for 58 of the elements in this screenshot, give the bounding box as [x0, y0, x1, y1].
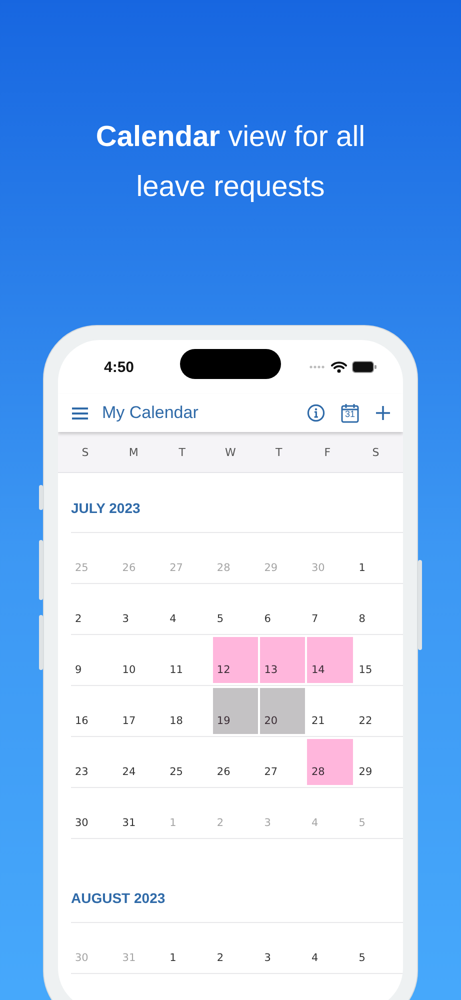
leave-day[interactable]: 14: [307, 637, 353, 683]
battery-icon: [352, 361, 377, 373]
add-icon: [375, 405, 391, 421]
calendar-day[interactable]: 6: [260, 586, 306, 632]
calendar-day[interactable]: 2: [71, 586, 116, 632]
calendar-day[interactable]: 5: [354, 925, 400, 971]
calendar-day[interactable]: 27: [260, 739, 306, 785]
info-icon: [307, 404, 325, 422]
calendar-day[interactable]: 8: [354, 586, 400, 632]
calendar-day[interactable]: 25: [166, 739, 211, 785]
menu-icon: [72, 406, 88, 420]
weekday-label: S: [371, 446, 380, 458]
calendar-day[interactable]: 1: [354, 535, 400, 581]
calendar-day[interactable]: 29: [354, 739, 400, 785]
calendar-day[interactable]: 23: [71, 739, 116, 785]
info-button[interactable]: [307, 404, 325, 422]
month-heading: JULY 2023: [71, 499, 142, 518]
leave-day[interactable]: 13: [260, 637, 306, 683]
calendar-day[interactable]: 3: [260, 925, 306, 971]
calendar-day[interactable]: 26: [212, 739, 258, 785]
calendar-day[interactable]: 24: [118, 739, 164, 785]
calendar-day[interactable]: 4: [307, 925, 353, 971]
weekday-label: T: [178, 446, 186, 458]
calendar-day[interactable]: 30: [71, 790, 116, 836]
weekday-label: F: [323, 446, 332, 458]
calendar-day[interactable]: 22: [354, 688, 400, 734]
calendar-day[interactable]: 1: [166, 925, 211, 971]
menu-button[interactable]: [72, 406, 88, 420]
calendar-day[interactable]: 15: [354, 637, 400, 683]
signal-icon: [309, 365, 326, 369]
calendar-day[interactable]: 21: [307, 688, 353, 734]
screen-title: My Calendar: [102, 403, 198, 423]
calendar-day[interactable]: 4: [166, 586, 211, 632]
leave-day[interactable]: 28: [307, 739, 353, 785]
status-time: 4:50: [104, 358, 134, 376]
weekday-label: S: [80, 446, 90, 458]
calendar-day[interactable]: 11: [166, 637, 211, 683]
weekday-label: T: [274, 446, 284, 458]
add-button[interactable]: [375, 405, 391, 421]
headline: Calendar view for all leave requests: [94, 120, 366, 205]
calendar-day[interactable]: 3: [118, 586, 164, 632]
weekday-label: M: [128, 446, 140, 458]
calendar-day[interactable]: 16: [71, 688, 116, 734]
leave-day[interactable]: 19: [212, 688, 258, 734]
calendar-day[interactable]: 17: [118, 688, 164, 734]
calendar-button[interactable]: 31: [339, 402, 361, 424]
calendar-day[interactable]: 18: [166, 688, 211, 734]
calendar-day[interactable]: 5: [212, 586, 258, 632]
leave-day[interactable]: 12: [212, 637, 258, 683]
leave-day[interactable]: 20: [260, 688, 306, 734]
calendar-day[interactable]: 10: [118, 637, 164, 683]
calendar-day[interactable]: 31: [118, 790, 164, 836]
calendar-day[interactable]: 2: [212, 925, 258, 971]
month-heading: AUGUST 2023: [71, 889, 166, 908]
calendar-day[interactable]: 9: [71, 637, 116, 683]
calendar-day[interactable]: 7: [307, 586, 353, 632]
weekday-label: W: [224, 446, 237, 458]
wifi-icon: [331, 361, 347, 373]
